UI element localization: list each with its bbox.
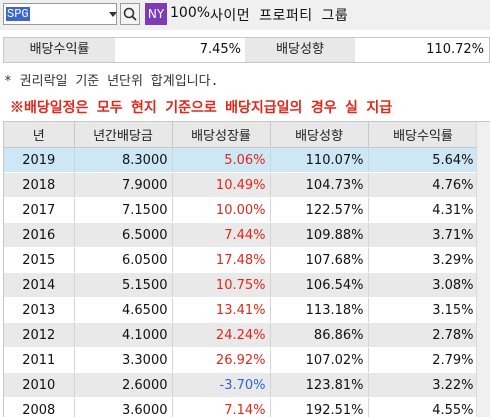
table-row[interactable]: 2011 3.3000 26.92% 107.02% 2.79% <box>4 347 479 373</box>
cell-year: 2018 <box>4 172 75 198</box>
cell-dividend-yield: 4.76% <box>368 172 479 198</box>
col-header-annual-dividend[interactable]: 년간배당금 <box>74 122 173 148</box>
col-header-payout-ratio[interactable]: 배당성향 <box>270 122 369 148</box>
company-name: 사이먼 프로퍼티 그룹 <box>210 8 349 24</box>
table-row[interactable]: 2013 4.6500 13.41% 113.18% 3.15% <box>4 297 479 323</box>
table-row[interactable]: 2015 6.0500 17.48% 107.68% 3.29% <box>4 247 479 273</box>
col-header-dividend-yield[interactable]: 배당수익률 <box>368 122 479 148</box>
table-row[interactable]: 2008 3.6000 7.14% 192.51% 4.55% <box>4 397 479 417</box>
table-row[interactable]: 2012 4.1000 24.24% 86.86% 2.78% <box>4 322 479 348</box>
cell-dividend-yield: 5.64% <box>368 147 479 173</box>
cell-dividend-growth: 5.06% <box>172 147 271 173</box>
cell-dividend-yield: 3.29% <box>368 247 479 273</box>
cell-dividend-yield: 2.79% <box>368 347 479 373</box>
cell-dividend-yield: 3.71% <box>368 222 479 248</box>
cell-dividend-growth: 10.75% <box>172 272 271 298</box>
cell-annual-dividend: 8.3000 <box>74 147 173 173</box>
cell-annual-dividend: 6.0500 <box>74 247 173 273</box>
cell-dividend-growth: 10.49% <box>172 172 271 198</box>
cell-payout-ratio: 110.07% <box>270 147 369 173</box>
table-row[interactable]: 2014 5.1500 10.75% 106.54% 3.08% <box>4 272 479 298</box>
cell-dividend-yield: 4.55% <box>368 397 479 417</box>
cell-payout-ratio: 109.88% <box>270 222 369 248</box>
table-header: 년 년간배당금 배당성장률 배당성향 배당수익률 <box>4 122 479 148</box>
payout-ratio-label: 배당성향 <box>245 38 355 62</box>
cell-dividend-yield: 3.15% <box>368 297 479 323</box>
cell-year: 2015 <box>4 247 75 273</box>
summary-row: 배당수익률 7.45% 배당성향 110.72% <box>3 37 490 63</box>
cell-year: 2014 <box>4 272 75 298</box>
cell-year: 2012 <box>4 322 75 348</box>
cell-payout-ratio: 123.81% <box>270 372 369 398</box>
cell-payout-ratio: 113.18% <box>270 297 369 323</box>
cell-dividend-yield: 3.08% <box>368 272 479 298</box>
search-icon <box>123 7 137 21</box>
cell-dividend-yield: 4.31% <box>368 197 479 223</box>
ticker-value: SPG <box>6 7 30 21</box>
cell-dividend-growth: 24.24% <box>172 322 271 348</box>
schedule-warning: ※배당일정은 모두 현지 기준으로 배당지급일의 경우 실 지급 <box>10 100 393 116</box>
cell-dividend-growth: 10.00% <box>172 197 271 223</box>
cell-dividend-growth: 7.44% <box>172 222 271 248</box>
cell-year: 2013 <box>4 297 75 323</box>
table-row[interactable]: 2017 7.1500 10.00% 122.57% 4.31% <box>4 197 479 223</box>
cell-payout-ratio: 104.73% <box>270 172 369 198</box>
cell-payout-ratio: 122.57% <box>270 197 369 223</box>
cell-annual-dividend: 3.3000 <box>74 347 173 373</box>
cell-annual-dividend: 4.1000 <box>74 322 173 348</box>
exchange-badge: NY <box>145 3 167 25</box>
table-row[interactable]: 2019 8.3000 5.06% 110.07% 5.64% <box>4 147 479 173</box>
basis-note: * 권리락일 기준 년단위 합계입니다. <box>4 74 219 89</box>
cell-annual-dividend: 2.6000 <box>74 372 173 398</box>
cell-year: 2016 <box>4 222 75 248</box>
vertical-scrollbar[interactable] <box>476 122 490 417</box>
ticker-input[interactable]: SPG <box>3 3 117 25</box>
col-header-dividend-growth[interactable]: 배당성장률 <box>172 122 271 148</box>
cell-payout-ratio: 192.51% <box>270 397 369 417</box>
col-header-year[interactable]: 년 <box>4 122 75 148</box>
dividend-yield-label: 배당수익률 <box>4 38 115 62</box>
cell-year: 2017 <box>4 197 75 223</box>
cell-year: 2008 <box>4 397 75 417</box>
cell-dividend-growth: 7.14% <box>172 397 271 417</box>
cell-annual-dividend: 5.1500 <box>74 272 173 298</box>
ticker-dropdown-icon[interactable] <box>108 4 118 24</box>
cell-year: 2010 <box>4 372 75 398</box>
cell-dividend-growth: -3.70% <box>172 372 271 398</box>
cell-payout-ratio: 107.68% <box>270 247 369 273</box>
search-toolbar: SPG NY 100% 사이먼 프로퍼티 그룹 <box>0 0 490 30</box>
cell-year: 2019 <box>4 147 75 173</box>
table-row[interactable]: 2016 6.5000 7.44% 109.88% 3.71% <box>4 222 479 248</box>
cell-year: 2011 <box>4 347 75 373</box>
cell-dividend-growth: 13.41% <box>172 297 271 323</box>
cell-payout-ratio: 106.54% <box>270 272 369 298</box>
cell-dividend-growth: 26.92% <box>172 347 271 373</box>
dividend-history-table: 년 년간배당금 배당성장률 배당성향 배당수익률 2019 8.3000 5.06%… <box>3 121 490 417</box>
cell-annual-dividend: 6.5000 <box>74 222 173 248</box>
cell-dividend-yield: 3.22% <box>368 372 479 398</box>
cell-annual-dividend: 3.6000 <box>74 397 173 417</box>
zoom-level: 100% <box>170 5 211 21</box>
cell-payout-ratio: 107.02% <box>270 347 369 373</box>
payout-ratio-value: 110.72% <box>426 42 484 57</box>
cell-dividend-growth: 17.48% <box>172 247 271 273</box>
cell-annual-dividend: 7.9000 <box>74 172 173 198</box>
dividend-yield-value: 7.45% <box>199 42 241 57</box>
cell-dividend-yield: 2.78% <box>368 322 479 348</box>
table-row[interactable]: 2018 7.9000 10.49% 104.73% 4.76% <box>4 172 479 198</box>
table-row[interactable]: 2010 2.6000 -3.70% 123.81% 3.22% <box>4 372 479 398</box>
cell-annual-dividend: 7.1500 <box>74 197 173 223</box>
cell-annual-dividend: 4.6500 <box>74 297 173 323</box>
search-button[interactable] <box>120 3 140 25</box>
cell-payout-ratio: 86.86% <box>270 322 369 348</box>
